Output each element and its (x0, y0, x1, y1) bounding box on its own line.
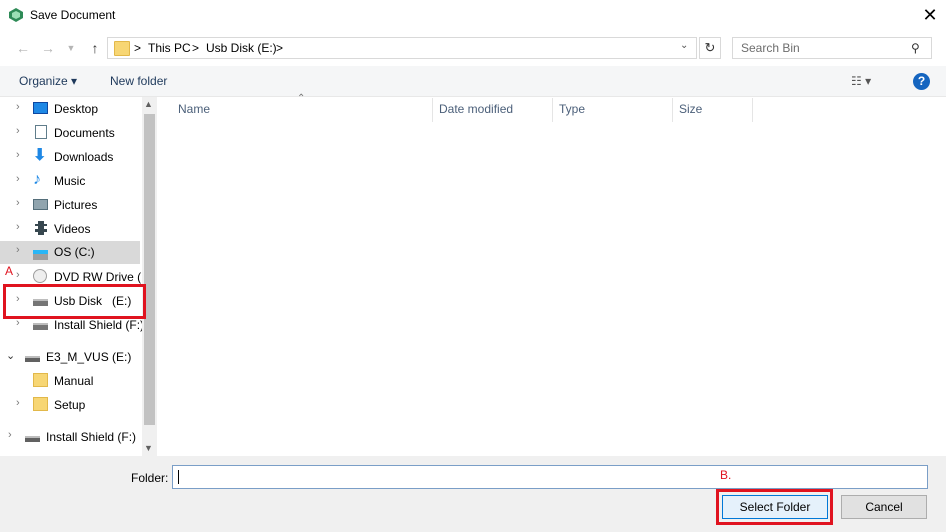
usb-drive-icon (33, 323, 48, 330)
help-icon[interactable]: ? (913, 73, 930, 90)
drive-icon (25, 356, 40, 362)
recent-dropdown-icon[interactable]: ▼ (62, 39, 80, 57)
column-header-type[interactable]: Type (559, 102, 585, 116)
address-bar[interactable]: > This PC > Usb Disk (E:) > ⌄ (107, 37, 697, 59)
folder-icon (33, 373, 48, 387)
tree-item-downloads[interactable]: › ⬇ Downloads (0, 146, 140, 168)
title-bar (0, 0, 946, 32)
annotation-marker-b: B. (720, 468, 732, 482)
scroll-down-icon[interactable]: ▼ (144, 443, 153, 453)
chevron-right-icon[interactable]: › (16, 197, 20, 209)
videos-icon (35, 221, 47, 235)
tree-item-music[interactable]: › ♪ Music (0, 170, 140, 192)
downloads-icon: ⬇ (33, 147, 47, 164)
chevron-right-icon[interactable]: › (16, 244, 20, 256)
scroll-up-icon[interactable]: ▲ (144, 99, 153, 109)
new-folder-button[interactable]: New folder (110, 74, 167, 88)
view-options-icon[interactable]: ☷ ▾ (851, 74, 871, 88)
sort-up-icon: ⌃ (297, 93, 306, 104)
chevron-right-icon[interactable]: › (16, 173, 20, 185)
column-separator[interactable] (672, 98, 673, 122)
file-list[interactable] (158, 97, 946, 456)
organize-button[interactable]: Organize ▾ (19, 74, 77, 88)
tree-item-pictures[interactable]: › Pictures (0, 194, 140, 216)
folder-icon (114, 41, 130, 56)
breadcrumb-usb-disk[interactable]: Usb Disk (E:) (206, 41, 277, 55)
tree-item-documents[interactable]: › Documents (0, 122, 140, 144)
column-separator[interactable] (432, 98, 433, 122)
column-header-name[interactable]: Name (178, 102, 210, 116)
chevron-right-icon[interactable]: › (16, 221, 20, 233)
pictures-icon (33, 199, 48, 210)
annotation-marker-a: A (5, 264, 14, 278)
column-header-date-modified[interactable]: Date modified (439, 102, 513, 116)
folder-label: Folder: (131, 471, 169, 485)
annotation-highlight-select-folder (716, 489, 833, 525)
chevron-right-icon[interactable]: › (16, 149, 20, 161)
tree-item-os-c[interactable]: › OS (C:) (0, 241, 140, 264)
search-input[interactable]: Search Bin (741, 41, 800, 55)
chevron-down-icon[interactable]: ⌄ (680, 40, 688, 51)
chevron-right-icon[interactable]: › (16, 125, 20, 137)
up-arrow-icon[interactable]: ↑ (86, 39, 104, 57)
desktop-icon (33, 102, 48, 114)
cancel-button[interactable]: Cancel (841, 495, 927, 519)
tree-item-desktop[interactable]: › Desktop (0, 98, 140, 120)
drive-icon (25, 436, 40, 442)
refresh-icon[interactable]: ↻ (699, 37, 721, 59)
tree-item-videos[interactable]: › Videos (0, 218, 140, 240)
close-icon[interactable]: ✕ (918, 4, 942, 26)
column-header-size[interactable]: Size (679, 102, 702, 116)
tree-item-install-shield-f-2[interactable]: › Install Shield (F:) (0, 426, 140, 448)
chevron-down-icon[interactable]: ⌄ (6, 349, 15, 362)
annotation-highlight-usb-disk (3, 284, 146, 319)
chevron-right-icon[interactable]: › (16, 397, 20, 409)
dvd-drive-icon (33, 269, 47, 283)
search-box[interactable]: Search Bin ⚲ (732, 37, 932, 59)
nav-scrollbar-thumb[interactable] (144, 114, 155, 425)
chevron-right-icon[interactable]: › (16, 269, 20, 281)
tree-item-setup[interactable]: › Setup (0, 394, 140, 416)
documents-icon (35, 125, 47, 139)
chevron-right-icon[interactable]: › (8, 429, 12, 441)
breadcrumb-separator: > (134, 41, 142, 55)
column-separator[interactable] (552, 98, 553, 122)
search-icon[interactable]: ⚲ (911, 41, 920, 55)
breadcrumb-separator: > (276, 41, 284, 55)
folder-input[interactable] (172, 465, 928, 489)
folder-icon (33, 397, 48, 411)
text-caret (178, 470, 179, 484)
app-icon (9, 8, 23, 22)
music-icon: ♪ (33, 171, 41, 188)
tree-item-manual[interactable]: Manual (0, 370, 140, 392)
column-separator[interactable] (752, 98, 753, 122)
tree-item-e3-m-vus[interactable]: ⌄ E3_M_VUS (E:) (0, 346, 140, 368)
windows-drive-icon (33, 250, 48, 260)
window-title: Save Document (30, 8, 116, 22)
breadcrumb-this-pc[interactable]: This PC (148, 41, 191, 55)
forward-arrow-icon[interactable]: → (39, 39, 57, 57)
chevron-right-icon[interactable]: › (16, 101, 20, 113)
breadcrumb-separator: > (192, 41, 200, 55)
back-arrow-icon[interactable]: ← (14, 39, 32, 57)
